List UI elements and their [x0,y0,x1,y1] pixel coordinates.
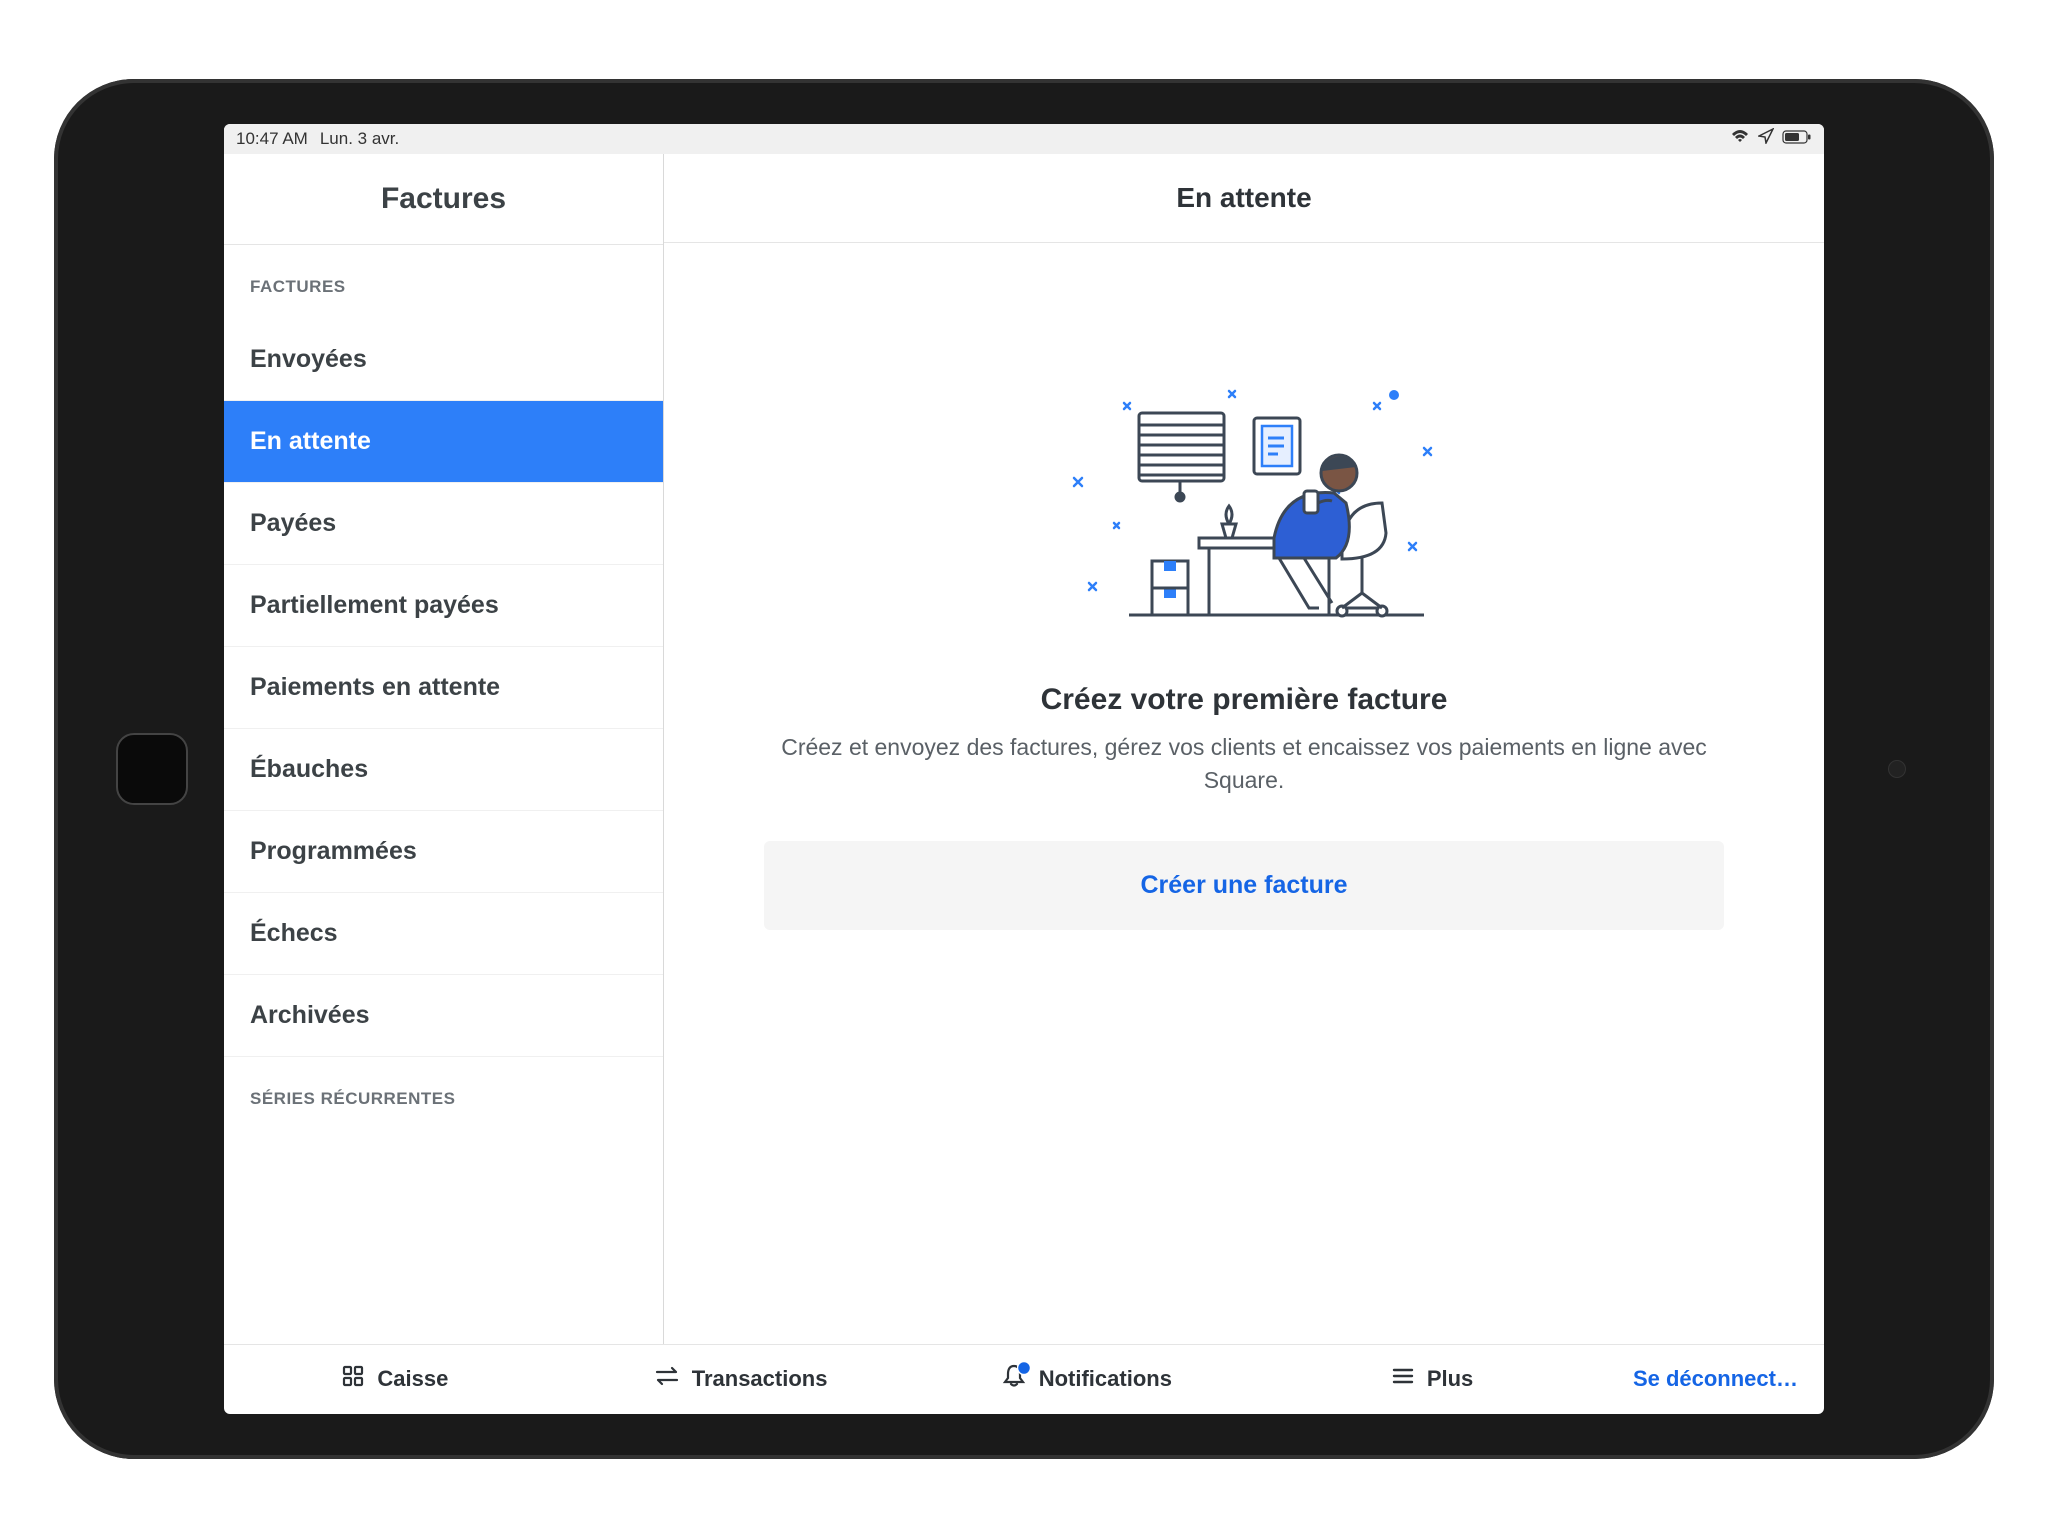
empty-description: Créez et envoyez des factures, gérez vos… [774,731,1714,798]
sidebar: Factures FACTURES Envoyées En attente Pa… [224,154,664,1344]
battery-icon [1782,129,1812,149]
sidebar-item-archivees[interactable]: Archivées [224,975,663,1057]
nav-label: Plus [1427,1366,1473,1392]
front-camera [1888,760,1906,778]
status-date: Lun. 3 avr. [320,129,399,149]
grid-icon [341,1364,365,1394]
nav-label: Caisse [377,1366,448,1392]
sidebar-item-payees[interactable]: Payées [224,483,663,565]
empty-state: Créez votre première facture Créez et en… [664,243,1824,1344]
sidebar-item-echecs[interactable]: Échecs [224,893,663,975]
sidebar-item-en-attente[interactable]: En attente [224,401,663,483]
app-body: Factures FACTURES Envoyées En attente Pa… [224,154,1824,1344]
bottom-nav: Caisse Transactions Notifications Pl [224,1344,1824,1414]
wifi-icon [1730,129,1750,149]
nav-notifications[interactable]: Notifications [923,1363,1249,1395]
sidebar-title: Factures [224,154,663,245]
create-invoice-button[interactable]: Créer une facture [764,841,1724,930]
location-icon [1758,128,1774,149]
sidebar-item-partiellement-payees[interactable]: Partiellement payées [224,565,663,647]
status-time: 10:47 AM [236,129,308,149]
main-panel: En attente [664,154,1824,1344]
ipad-frame: 10:47 AM Lun. 3 avr. Factures FACTURES E… [54,79,1994,1459]
screen: 10:47 AM Lun. 3 avr. Factures FACTURES E… [224,124,1824,1414]
nav-label: Notifications [1039,1366,1172,1392]
menu-icon [1391,1366,1415,1392]
nav-plus[interactable]: Plus [1269,1366,1595,1392]
sidebar-item-programmees[interactable]: Programmées [224,811,663,893]
transfer-icon [654,1365,680,1393]
section-header-series: SÉRIES RÉCURRENTES [224,1057,663,1131]
status-bar: 10:47 AM Lun. 3 avr. [224,124,1824,154]
nav-label: Transactions [692,1366,828,1392]
home-button[interactable] [116,733,188,805]
main-title: En attente [664,154,1824,243]
empty-heading: Créez votre première facture [1041,683,1448,717]
section-header-factures: FACTURES [224,245,663,319]
logout-button[interactable]: Se déconnect… [1615,1366,1816,1392]
bell-icon [1001,1363,1027,1395]
nav-transactions[interactable]: Transactions [578,1365,904,1393]
sidebar-item-paiements-en-attente[interactable]: Paiements en attente [224,647,663,729]
nav-caisse[interactable]: Caisse [232,1364,558,1394]
empty-state-illustration [1044,383,1444,643]
sidebar-item-envoyees[interactable]: Envoyées [224,319,663,401]
sidebar-item-ebauches[interactable]: Ébauches [224,729,663,811]
